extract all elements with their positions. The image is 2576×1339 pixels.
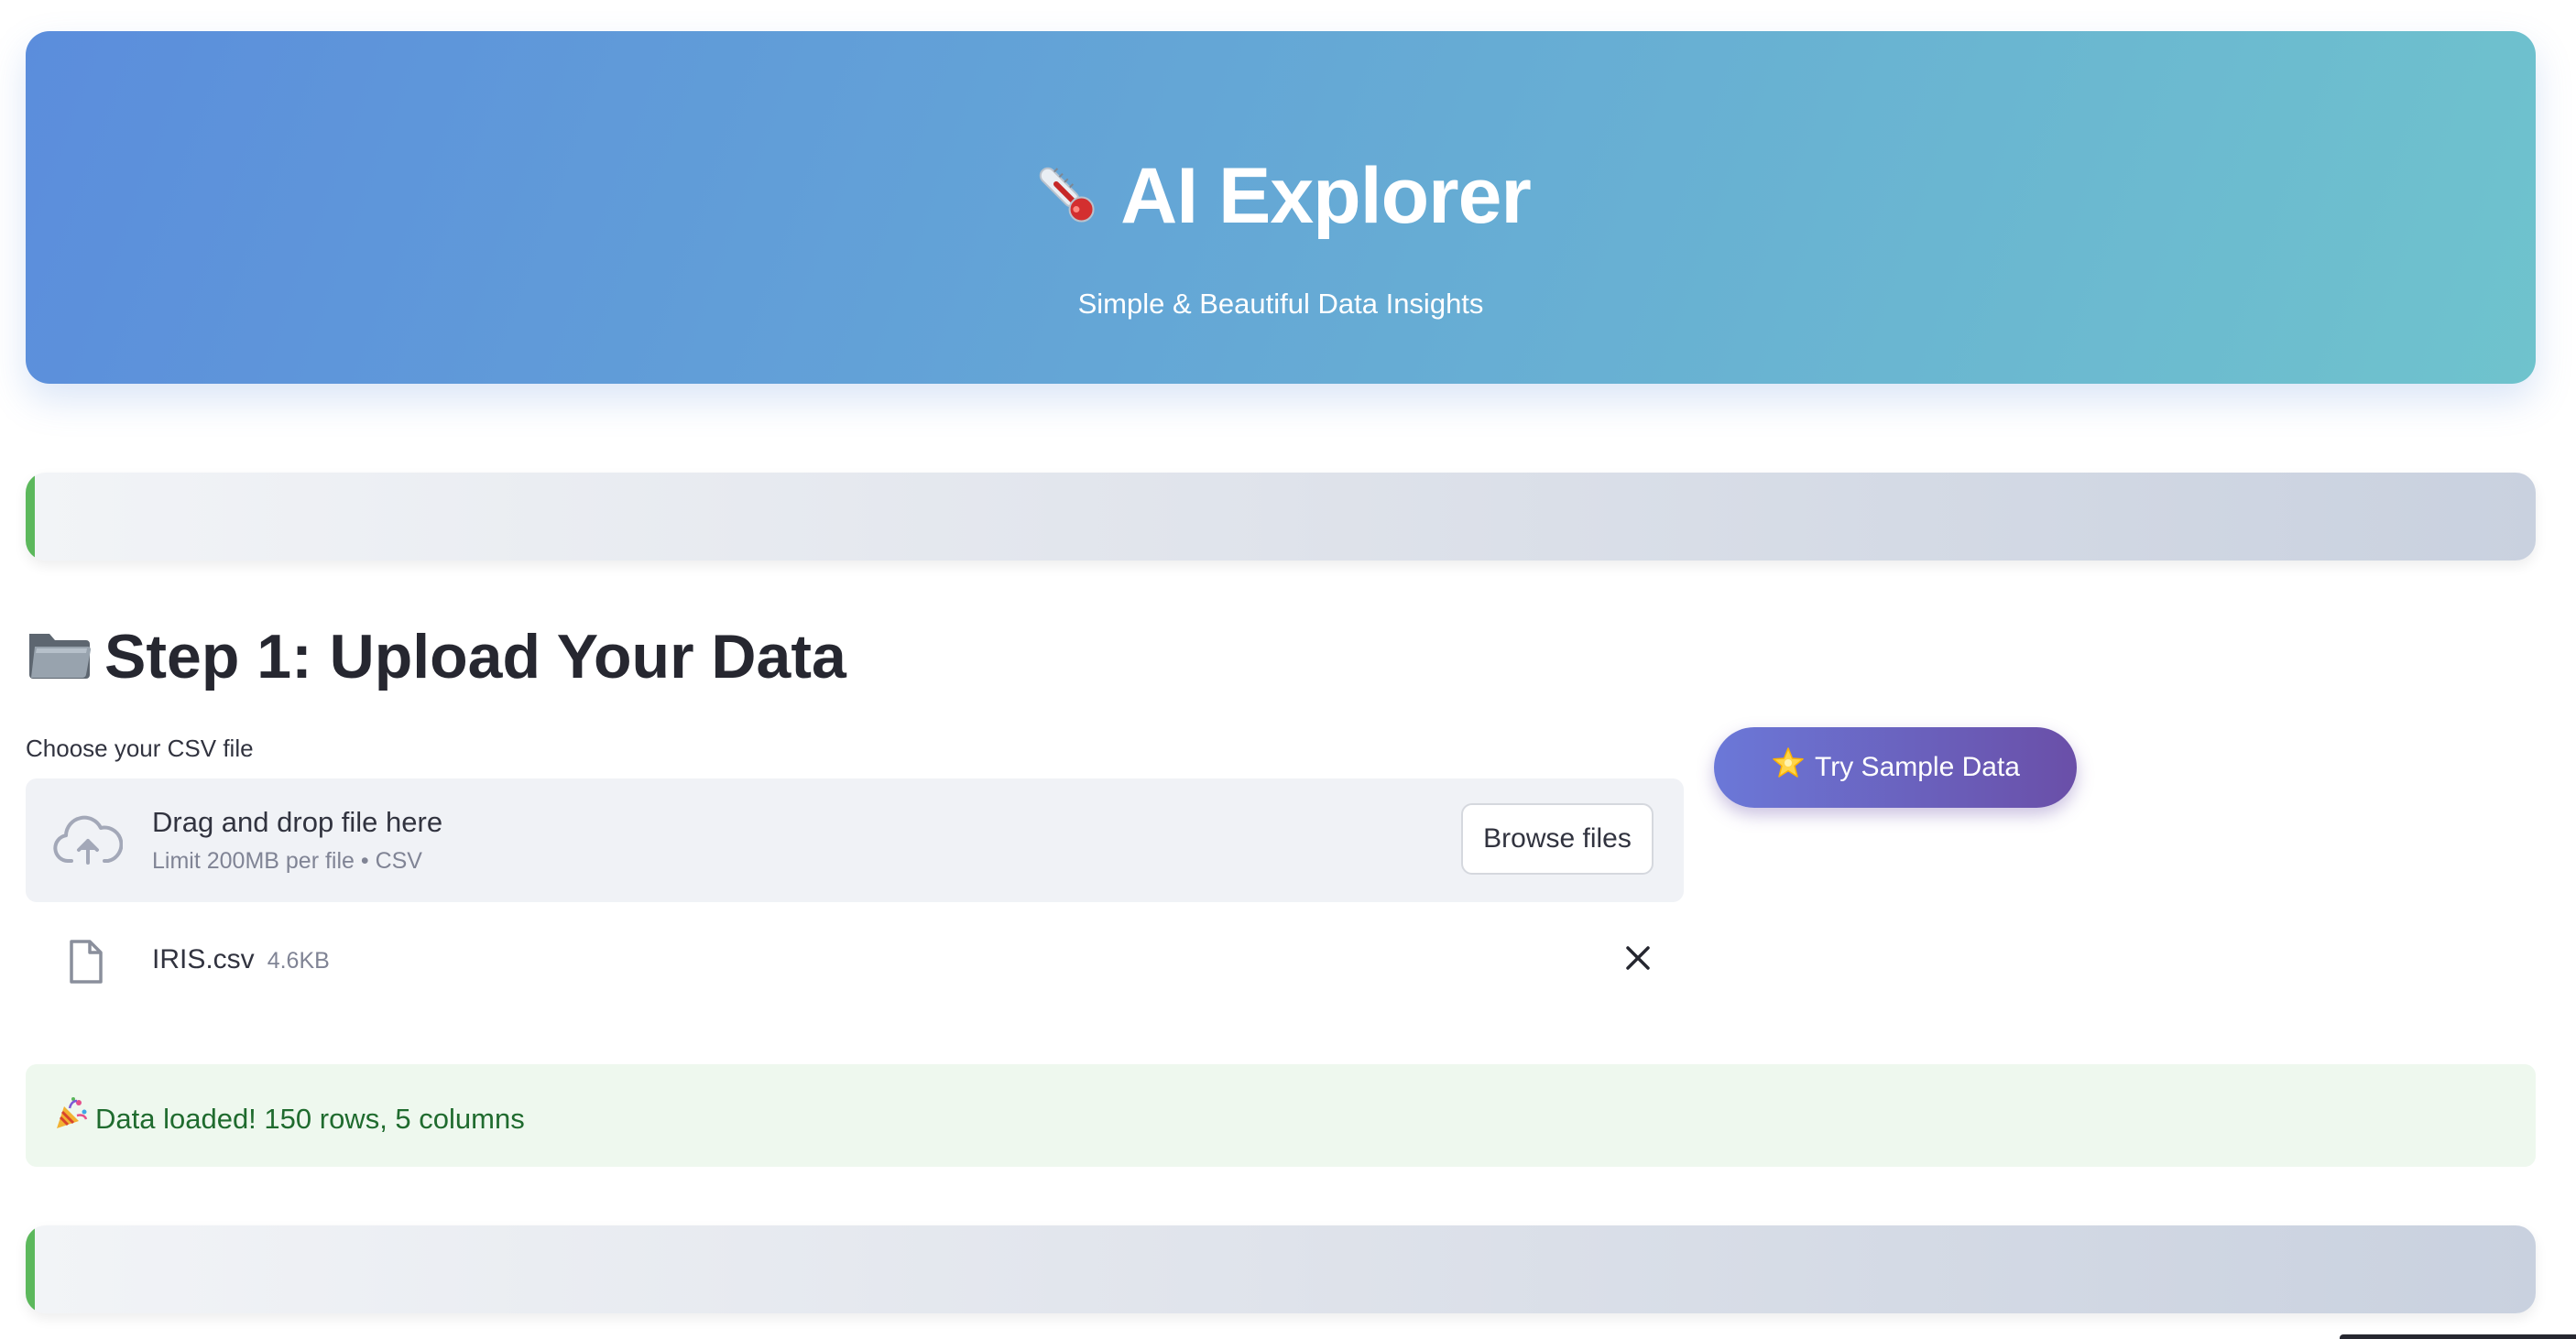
uploaded-file-info: IRIS.csv 4.6KB bbox=[152, 942, 330, 979]
thermometer-icon bbox=[1031, 158, 1104, 251]
app-title: AI Explorer bbox=[1120, 152, 1532, 240]
party-popper-icon bbox=[53, 1095, 90, 1143]
try-sample-data-label: Try Sample Data bbox=[1815, 752, 2020, 782]
success-text: Data loaded! 150 rows, 5 columns bbox=[95, 1103, 525, 1135]
dropzone-instructions: Drag and drop file here bbox=[152, 806, 443, 838]
step1-title: Step 1: Upload Your Data bbox=[104, 622, 846, 691]
file-dropzone[interactable]: Drag and drop file here Limit 200MB per … bbox=[26, 778, 1684, 902]
app-subtitle: Simple & Beautiful Data Insights bbox=[1077, 288, 1484, 320]
success-message: Data loaded! 150 rows, 5 columns bbox=[53, 1095, 525, 1143]
section-divider-bar bbox=[26, 1225, 2536, 1313]
close-icon[interactable] bbox=[1623, 943, 1653, 977]
file-icon bbox=[68, 938, 104, 990]
try-sample-data-button[interactable]: Try Sample Data bbox=[1714, 727, 2077, 808]
file-uploader-label: Choose your CSV file bbox=[26, 735, 254, 762]
app-page: AI Explorer Simple & Beautiful Data Insi… bbox=[0, 0, 2576, 1339]
uploaded-file-name: IRIS.csv bbox=[152, 944, 255, 974]
success-alert: Data loaded! 150 rows, 5 columns bbox=[26, 1064, 2536, 1167]
browse-files-button[interactable]: Browse files bbox=[1461, 803, 1654, 875]
partial-widget-edge bbox=[2340, 1334, 2576, 1339]
folder-icon bbox=[26, 621, 92, 703]
hero-header: AI Explorer Simple & Beautiful Data Insi… bbox=[26, 31, 2536, 384]
dropzone-limit-text: Limit 200MB per file • CSV bbox=[152, 848, 422, 874]
uploaded-file-row: IRIS.csv 4.6KB bbox=[26, 925, 1684, 998]
step1-heading: Step 1: Upload Your Data bbox=[26, 615, 846, 703]
section-divider-bar bbox=[26, 473, 2536, 561]
app-title-row: AI Explorer bbox=[26, 150, 2536, 251]
star-icon bbox=[1771, 732, 1806, 812]
cloud-upload-icon bbox=[53, 815, 124, 871]
uploaded-file-size: 4.6KB bbox=[267, 948, 330, 974]
